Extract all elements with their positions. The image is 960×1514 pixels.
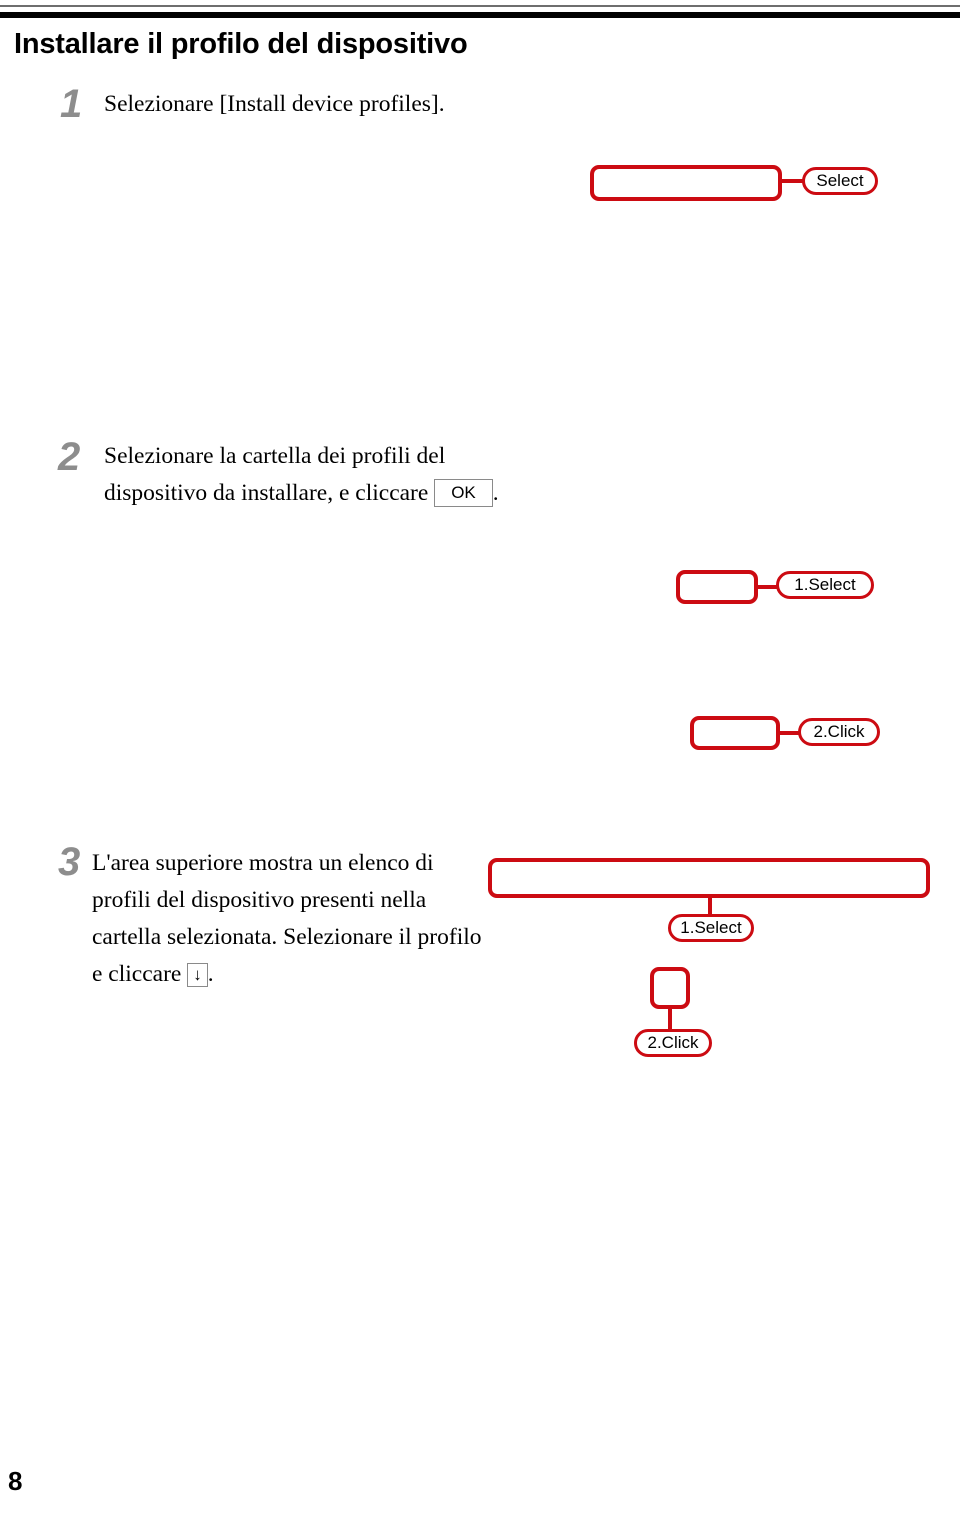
step-1-callout-target-box[interactable]: [590, 165, 782, 201]
step-3-click-label: 2.Click: [634, 1029, 712, 1057]
step-2-select-target-box[interactable]: [676, 570, 758, 604]
step-3-list-area-box[interactable]: [488, 858, 930, 898]
page-title: Installare il profilo del dispositivo: [14, 28, 468, 60]
step-2-click-label: 2.Click: [798, 718, 880, 746]
step-3-text-main: L'area superiore mostra un elenco di pro…: [92, 850, 482, 987]
step-1-connector: [780, 179, 804, 183]
header-rule-thick: [0, 12, 960, 18]
step-3-text-period: .: [207, 961, 214, 987]
step-3-text: L'area superiore mostra un elenco di pro…: [92, 845, 492, 993]
step-2-click-connector: [778, 731, 800, 735]
step-2-text-main: Selezionare la cartella dei profili del …: [104, 443, 446, 506]
step-2-text: Selezionare la cartella dei profili del …: [104, 438, 504, 512]
page-number: 8: [8, 1466, 23, 1496]
header-rule-thin: [0, 5, 960, 7]
step-2-number: 2: [58, 435, 81, 479]
down-arrow-icon[interactable]: ↓: [187, 963, 208, 987]
step-2-select-connector: [756, 585, 778, 589]
step-1-number: 1: [60, 82, 83, 126]
step-3-click-target-box[interactable]: [650, 967, 690, 1009]
step-2-text-period: .: [492, 480, 499, 506]
ok-key-label[interactable]: OK: [434, 479, 493, 507]
step-3-select-label: 1.Select: [668, 914, 754, 942]
step-2-click-target-box[interactable]: [690, 716, 780, 750]
step-1-callout-label: Select: [802, 167, 878, 195]
step-1-text: Selezionare [Install device profiles].: [104, 91, 445, 117]
step-2-select-label: 1.Select: [776, 571, 874, 599]
step-3-number: 3: [58, 840, 81, 884]
